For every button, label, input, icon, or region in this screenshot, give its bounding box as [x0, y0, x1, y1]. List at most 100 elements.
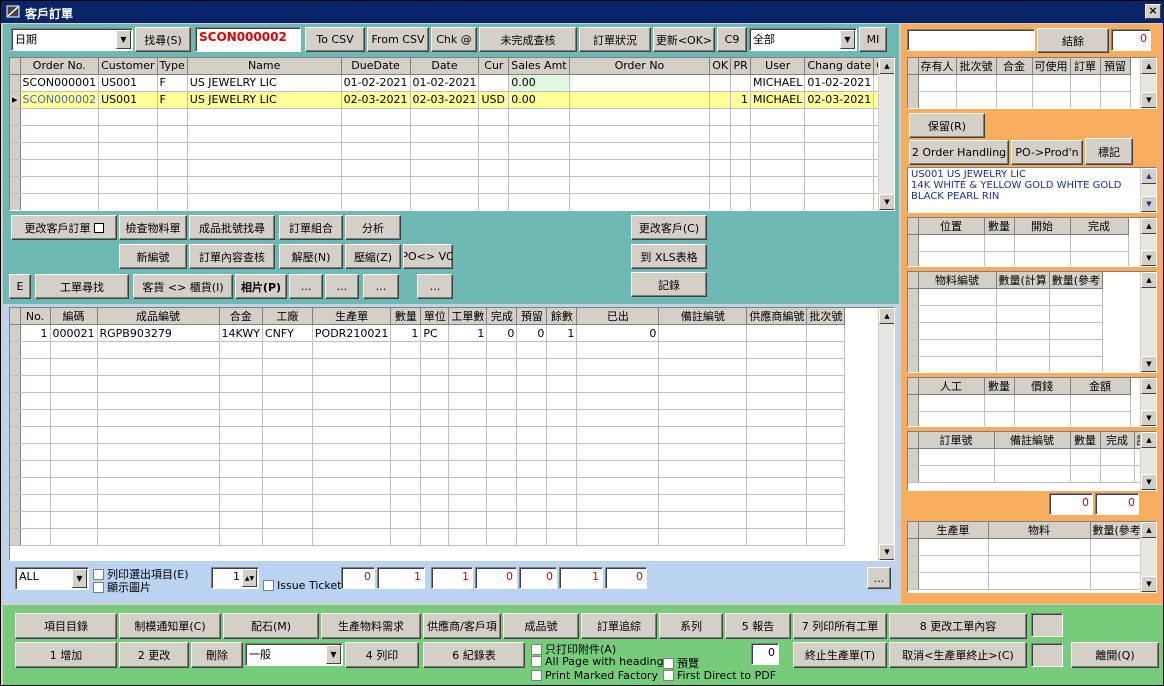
col-batch-no[interactable]: 批次號 — [806, 308, 846, 325]
col-name[interactable]: Name — [187, 58, 342, 75]
cell[interactable]: 1 — [730, 91, 752, 109]
summary-field-6[interactable]: 1 — [559, 567, 603, 589]
e-button[interactable]: E — [9, 274, 31, 299]
cell[interactable] — [806, 324, 846, 342]
print-button[interactable]: 4 列印 — [345, 642, 419, 668]
all-select[interactable]: ALL ▼ — [15, 567, 89, 590]
item-catalog-button[interactable]: 項目目錄 — [15, 613, 117, 639]
scroll-up-icon[interactable]: ▲ — [879, 58, 894, 74]
extra-button-2[interactable]: ... — [325, 274, 359, 299]
scroll-up-icon[interactable]: ▲ — [1141, 432, 1156, 448]
cell[interactable]: 01-02-2021 — [410, 74, 480, 92]
col-supplier-no[interactable]: 供應商編號 — [746, 308, 808, 325]
cell[interactable]: MICHAEL — [750, 74, 806, 92]
col-shipped[interactable]: 已出 — [576, 308, 660, 325]
stock-switch-button[interactable]: 客貨 <> 櫃貨(I) — [133, 274, 233, 299]
orders-grid[interactable]: Order No. Customer Type Name DueDate Dat… — [9, 57, 895, 211]
cell[interactable]: PODR210021 — [312, 324, 392, 342]
col-production-order[interactable]: 生產單 — [312, 308, 392, 325]
scroll-down-icon[interactable]: ▼ — [1141, 410, 1156, 426]
cell[interactable]: US JEWELRY LIC — [187, 74, 342, 92]
scroll-down-icon[interactable]: ▼ — [879, 544, 894, 560]
checkbox-icon[interactable] — [663, 670, 674, 681]
col-duedate[interactable]: DueDate — [341, 58, 411, 75]
to-xls-button[interactable]: 到 XLS表格 — [631, 244, 707, 269]
cell[interactable]: MICHAEL — [750, 91, 806, 109]
col-labor[interactable]: 人工 — [918, 378, 985, 395]
items-grid[interactable]: No. 編碼 成品編號 合金 工廠 生產單 數量 單位 工單數 完成 預留 餘數… — [9, 307, 895, 561]
col-user[interactable]: User — [750, 58, 806, 75]
incomplete-check-button[interactable]: 未完成查核 — [479, 27, 577, 52]
cell[interactable]: F — [157, 74, 188, 92]
summary-field-3[interactable]: 1 — [431, 567, 473, 589]
checkbox-icon[interactable] — [531, 643, 542, 655]
search-button[interactable]: 找尋(S) — [135, 27, 191, 52]
col-type[interactable]: Type — [157, 58, 188, 75]
checkbox-icon[interactable] — [663, 657, 674, 669]
cell[interactable]: 01-02-2021 — [804, 74, 875, 92]
cell[interactable] — [569, 91, 711, 109]
col-remark-no[interactable]: 備註編號 — [658, 308, 748, 325]
col-product-no[interactable]: 成品編號 — [97, 308, 220, 325]
items-more-button[interactable]: ... — [867, 567, 891, 589]
cell[interactable]: US001 — [98, 91, 158, 109]
cell[interactable]: 01-02-2021 — [341, 74, 411, 92]
scroll-down-icon[interactable]: ▼ — [1141, 576, 1156, 592]
order-number-field[interactable]: SCON000002 — [195, 27, 301, 52]
series-button[interactable]: 系列 — [659, 613, 723, 639]
mark-button[interactable]: 標記 — [1085, 138, 1133, 165]
delete-button[interactable]: 刪除 — [191, 642, 243, 668]
col-done[interactable]: 完成 — [486, 308, 518, 325]
cell[interactable]: 14KWY — [219, 324, 263, 342]
right-sum-field-2[interactable]: 0 — [1095, 493, 1139, 515]
col-pr[interactable]: PR — [730, 58, 752, 75]
record-button[interactable]: 記錄 — [631, 272, 707, 297]
add-button[interactable]: 1 增加 — [15, 642, 117, 668]
record-table-button[interactable]: 6 紀錄表 — [423, 642, 525, 668]
col-amount[interactable]: 金額 — [1070, 378, 1131, 395]
col-remain[interactable]: 餘數 — [546, 308, 578, 325]
analysis-button[interactable]: 分析 — [345, 215, 401, 240]
spin-arrows-icon[interactable]: ▲▼ — [242, 569, 257, 587]
extra-button-3[interactable]: ... — [363, 274, 399, 299]
order-tracking-button[interactable]: 訂單追綜 — [581, 613, 657, 639]
col-qty-ref[interactable]: 數量(參考 — [1090, 522, 1144, 539]
end-production-button[interactable]: 終止生產單(T) — [793, 642, 887, 668]
po-vo-button[interactable]: PO<> VO — [403, 244, 453, 269]
col-factory[interactable]: 工廠 — [262, 308, 313, 325]
col-remark-no[interactable]: 備註編號 — [994, 432, 1071, 449]
cell[interactable]: SCON000002 — [20, 91, 100, 109]
check-material-button[interactable]: 檢查物料單 — [119, 215, 187, 240]
table-row[interactable]: 1 000021 RGPB903279 14KWY CNFY PODR21002… — [10, 324, 846, 342]
col-reserved[interactable]: 預留 — [1100, 58, 1131, 75]
col-material[interactable]: 物料 — [988, 522, 1091, 539]
mi-button[interactable]: MI — [859, 27, 887, 52]
col-material-no[interactable]: 物料編號 — [918, 272, 997, 289]
copies-spinner[interactable]: 1 ▲▼ — [211, 567, 259, 589]
cell[interactable] — [730, 74, 752, 92]
col-qty[interactable]: 數量 — [984, 378, 1015, 395]
unzip-button[interactable]: 解壓(N) — [279, 244, 343, 269]
cell[interactable] — [658, 324, 748, 342]
scroll-up-icon[interactable]: ▲ — [1141, 272, 1156, 288]
checkbox-icon[interactable] — [93, 581, 104, 593]
col-qty[interactable]: 數量 — [390, 308, 422, 325]
checkbox-icon[interactable] — [93, 568, 104, 580]
col-date[interactable]: Date — [410, 58, 480, 75]
orders-scrollbar[interactable]: ▲ ▼ — [878, 58, 894, 210]
production-material-grid[interactable]: 生產單 物料 數量(參考 ▲ ▼ — [907, 521, 1157, 593]
extra-button-1[interactable]: ... — [289, 274, 323, 299]
col-alloy[interactable]: 合金 — [996, 58, 1033, 75]
checkbox-icon[interactable] — [531, 670, 542, 681]
summary-field-2[interactable]: 1 — [377, 567, 425, 589]
summary-field-7[interactable]: 0 — [605, 567, 647, 589]
material-grid[interactable]: 物料編號 數量(計算 數量(參考 ▲ ▼ — [907, 271, 1157, 373]
cell[interactable]: US JEWELRY LIC — [187, 91, 342, 109]
summary-field-1[interactable]: 0 — [341, 567, 375, 589]
order-remark-grid[interactable]: 訂單號 備註編號 數量 完成 記 ▲▼ — [907, 431, 1157, 491]
scroll-down-icon[interactable]: ▼ — [1141, 474, 1156, 490]
cell[interactable]: 1 — [20, 324, 51, 342]
first-direct-pdf-checkbox[interactable]: First Direct to PDF — [663, 669, 776, 682]
cell[interactable]: 1 — [546, 324, 578, 342]
col-batch[interactable]: 批次號 — [956, 58, 997, 75]
